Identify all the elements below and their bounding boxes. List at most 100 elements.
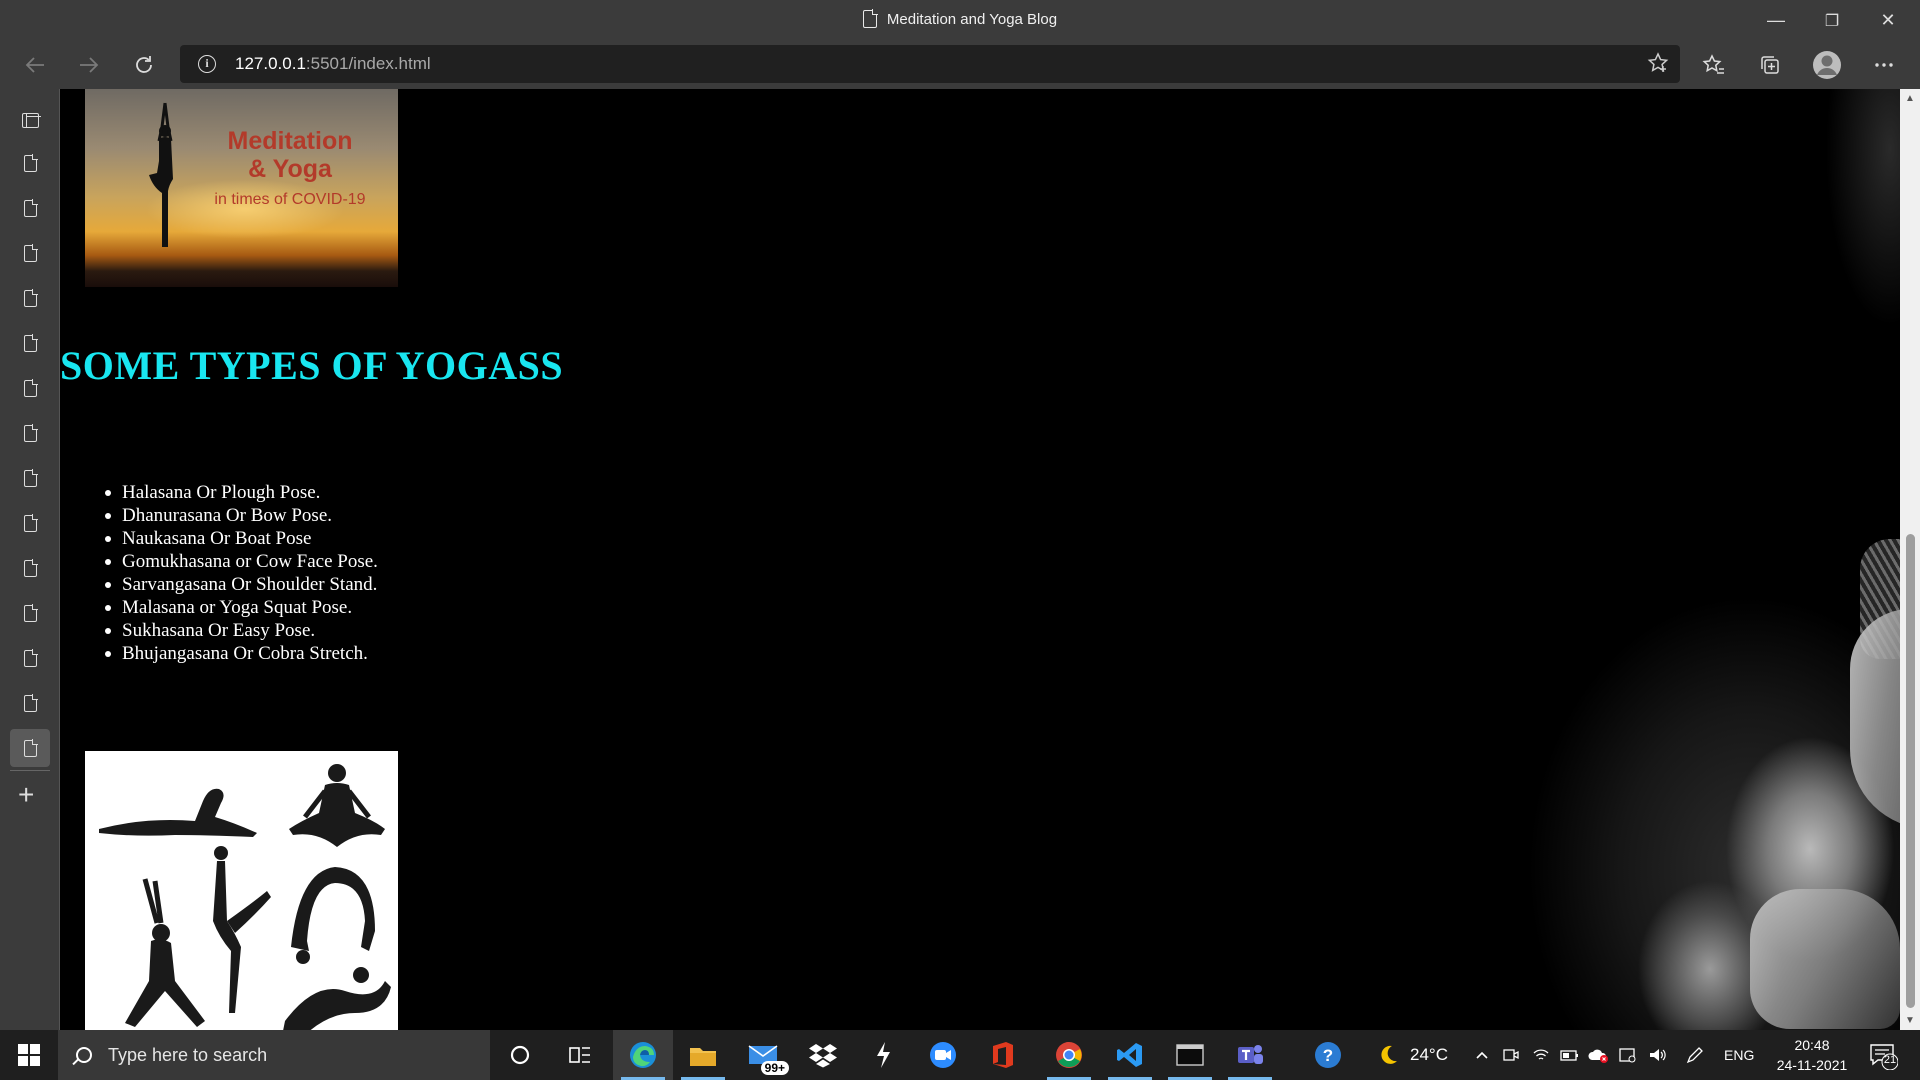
taskbar-terminal-app[interactable] [1160,1030,1220,1080]
taskbar-vscode-app[interactable] [1100,1030,1160,1080]
taskbar-edge-app[interactable] [613,1030,673,1080]
list-item: Gomukhasana or Cow Face Pose. [105,551,378,572]
favorites-button[interactable] [1696,47,1732,83]
list-item: Malasana or Yoga Squat Pose. [105,596,378,619]
new-tab-button[interactable]: + [18,779,34,811]
tab-actions-button[interactable] [10,101,50,139]
taskbar-mail-app[interactable]: 99+ [733,1030,793,1080]
forward-button[interactable] [71,47,107,83]
address-bar[interactable]: i 127.0.0.1:5501/index.html [180,45,1680,83]
list-item: Bhujangasana Or Cobra Stretch. [105,642,378,665]
vertical-tab[interactable] [10,684,50,722]
tray-meet-now[interactable] [1502,1030,1520,1080]
tray-battery[interactable] [1560,1030,1580,1080]
restore-button[interactable]: ❐ [1804,0,1860,41]
vertical-tab-active[interactable] [10,729,50,767]
yoga-poses-silhouettes-image [85,751,398,1030]
vertical-tab[interactable] [10,189,50,227]
vertical-tab[interactable] [10,279,50,317]
task-view-button[interactable] [550,1030,610,1080]
zoom-icon [930,1042,956,1068]
vertical-tab[interactable] [10,594,50,632]
vertical-tab[interactable] [10,369,50,407]
profile-button[interactable] [1809,47,1845,83]
tray-network[interactable] [1532,1030,1550,1080]
close-button[interactable]: ✕ [1860,0,1916,41]
taskbar-dropbox[interactable] [793,1030,853,1080]
vertical-tab[interactable] [10,639,50,677]
window-title: Meditation and Yoga Blog [0,9,1920,28]
yoga-silhouettes-drawing [99,764,391,1030]
taskbar-help-app[interactable]: ? [1298,1030,1358,1080]
taskbar-office-app[interactable] [973,1030,1033,1080]
office-icon [993,1042,1013,1068]
tray-security[interactable] [1618,1030,1638,1080]
search-placeholder: Type here to search [108,1044,268,1065]
tray-volume[interactable] [1648,1030,1668,1080]
site-info-icon[interactable]: i [198,55,216,73]
taskbar-clock[interactable]: 20:48 24-11-2021 [1762,1035,1862,1075]
vertical-tab[interactable] [10,144,50,182]
title-bar: Meditation and Yoga Blog — ❐ ✕ [0,0,1920,41]
bolt-app-icon [877,1042,890,1068]
folder-icon [690,1048,716,1066]
favorites-icon [1702,54,1724,74]
vertical-tab[interactable] [10,459,50,497]
taskbar-file-explorer[interactable] [673,1030,733,1080]
list-item: Halasana Or Plough Pose. [105,481,378,504]
taskbar-teams-app[interactable] [1220,1030,1280,1080]
window-title-text: Meditation and Yoga Blog [886,11,1058,28]
minimize-button[interactable]: — [1748,0,1804,41]
page-scrollbar[interactable]: ▲ ▼ [1900,89,1920,1030]
taskbar-chrome-app[interactable] [1039,1030,1099,1080]
list-item: Naukasana Or Boat Pose [105,527,378,550]
weather-widget[interactable]: 24°C [1376,1030,1448,1080]
settings-menu-button[interactable] [1866,47,1902,83]
collections-button[interactable] [1752,47,1788,83]
list-item: Dhanurasana Or Bow Pose. [105,504,378,527]
yoga-poses-list: Halasana Or Plough Pose. Dhanurasana Or … [105,481,378,665]
vertical-tab[interactable] [10,414,50,452]
chrome-icon [1056,1042,1082,1068]
battery-icon [1560,1050,1578,1061]
notification-center-button[interactable]: 21 [1868,1040,1899,1071]
refresh-button[interactable] [126,47,162,83]
chevron-up-icon [1476,1051,1488,1059]
banner-title: Meditation & Yoga [227,127,353,183]
taskbar-zoom-app[interactable] [913,1030,973,1080]
tray-pen[interactable] [1685,1030,1705,1080]
sidebar-panel-icon [21,112,41,128]
start-button[interactable] [0,1030,58,1080]
show-hidden-icons-button[interactable] [1474,1030,1490,1080]
taskbar-search-box[interactable]: Type here to search [58,1030,490,1080]
taskbar-app-bolt[interactable] [853,1030,913,1080]
url-text[interactable]: 127.0.0.1:5501/index.html [235,54,431,74]
forward-arrow-icon [80,57,99,73]
page-icon [23,468,38,487]
search-icon [76,1047,92,1063]
page-icon [23,423,38,442]
yoga-tree-pose-silhouette [149,102,173,247]
scroll-up-arrow-icon[interactable]: ▲ [1905,93,1915,104]
back-button[interactable] [17,47,53,83]
weather-temperature: 24°C [1410,1045,1448,1064]
vertical-tab[interactable] [10,234,50,272]
dropbox-icon [809,1044,837,1068]
list-item: Sukhasana Or Easy Pose. [105,619,378,642]
cortana-button[interactable] [490,1030,550,1080]
refresh-icon [136,56,152,73]
add-favorite-icon[interactable] [1646,51,1670,81]
vertical-tab[interactable] [10,504,50,542]
back-arrow-icon [25,57,44,73]
meditation-yoga-banner-image: Meditation & Yoga in times of COVID-19 [85,89,398,287]
tray-onedrive[interactable] [1588,1030,1610,1080]
scroll-down-arrow-icon[interactable]: ▼ [1905,1015,1915,1026]
list-item: Sarvangasana Or Shoulder Stand. [105,574,378,595]
vertical-tabs-panel: + [0,89,60,1030]
scrollbar-thumb[interactable] [1906,534,1915,1008]
notification-count: 21 [1883,1054,1897,1066]
page-icon [23,648,38,667]
vertical-tab[interactable] [10,549,50,587]
vertical-tab[interactable] [10,324,50,362]
language-indicator[interactable]: ENG [1724,1030,1754,1080]
